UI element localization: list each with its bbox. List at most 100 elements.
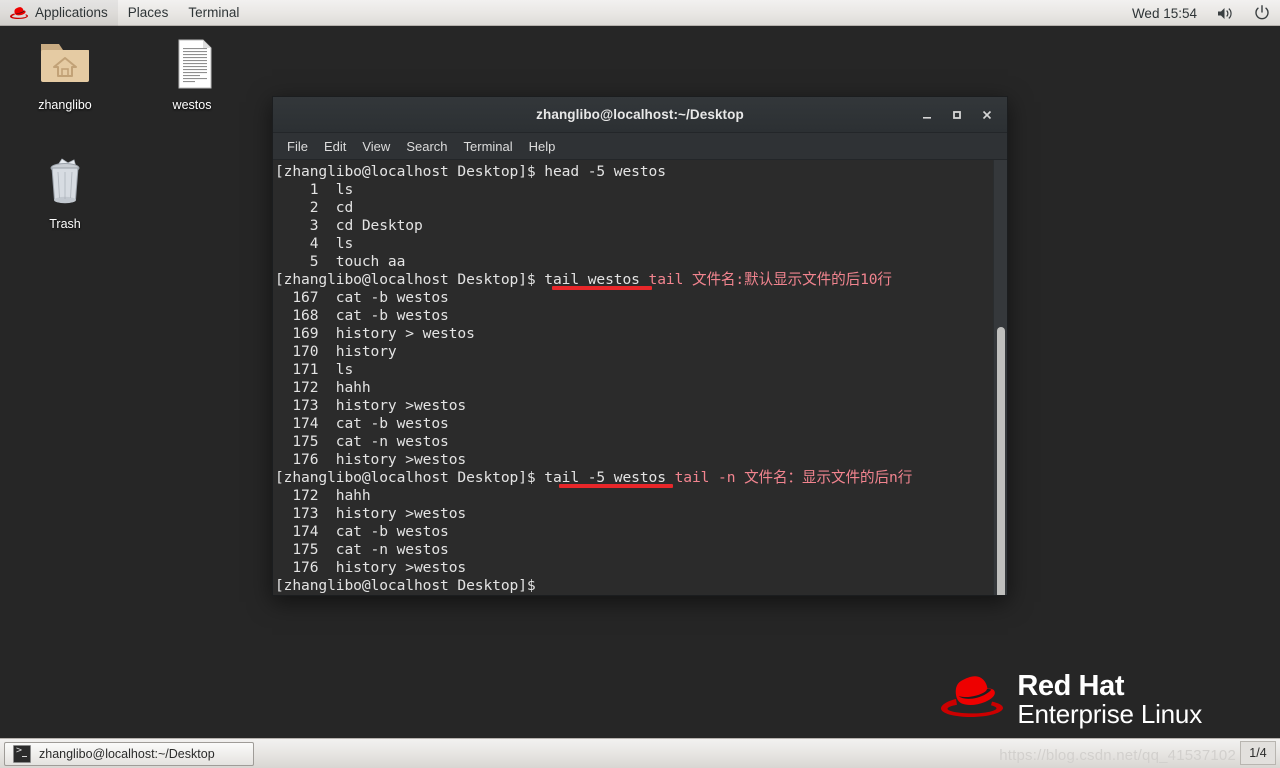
watermark-text: https://blog.csdn.net/qq_41537102 <box>999 747 1236 764</box>
power-icon[interactable] <box>1244 0 1280 26</box>
desktop-screen: Applications Places Terminal Wed 15:54 z… <box>0 0 1280 768</box>
menu-edit[interactable]: Edit <box>316 137 354 156</box>
window-controls <box>913 97 1001 132</box>
terminal-line: 175 cat -n westos <box>275 541 985 559</box>
taskbar: zhanglibo@localhost:~/Desktop https://bl… <box>0 738 1280 768</box>
terminal-line-text: 2 cd <box>275 199 354 216</box>
terminal-line: 172 hahh <box>275 379 985 397</box>
desktop-icon-westos[interactable]: westos <box>144 36 240 112</box>
brand-line2: Enterprise Linux <box>1017 699 1202 730</box>
terminal-text: [zhanglibo@localhost Desktop]$ head -5 w… <box>275 163 985 595</box>
terminal-line-text: 173 history >westos <box>275 505 467 522</box>
clock[interactable]: Wed 15:54 <box>1122 0 1207 26</box>
workspace-label: 1/4 <box>1249 746 1267 760</box>
scrollbar-thumb[interactable] <box>997 327 1005 595</box>
terminal-line: 169 history > westos <box>275 325 985 343</box>
desktop-icon-trash-label: Trash <box>49 217 81 231</box>
terminal-line-text: 168 cat -b westos <box>275 307 449 324</box>
terminal-line-text: 5 touch aa <box>275 253 406 270</box>
terminal-line: 2 cd <box>275 199 985 217</box>
desktop-icon-trash[interactable]: Trash <box>17 155 113 231</box>
applications-menu-label: Applications <box>35 5 108 20</box>
terminal-line: 174 cat -b westos <box>275 415 985 433</box>
terminal-line-text: 170 history <box>275 343 397 360</box>
terminal-line-text: 171 ls <box>275 361 354 378</box>
close-button[interactable] <box>973 102 1001 128</box>
terminal-line-text: 4 ls <box>275 235 354 252</box>
menu-view[interactable]: View <box>354 137 398 156</box>
desktop-icon-home[interactable]: zhanglibo <box>17 36 113 112</box>
terminal-line-text: [zhanglibo@localhost Desktop]$ <box>275 577 536 594</box>
brand-line1: Red Hat <box>1017 669 1125 702</box>
terminal-line-text: 172 hahh <box>275 487 371 504</box>
terminal-line: 175 cat -n westos <box>275 433 985 451</box>
menu-terminal[interactable]: Terminal <box>456 137 521 156</box>
maximize-button[interactable] <box>943 102 971 128</box>
terminal-menu-label: Terminal <box>188 5 240 20</box>
terminal-scrollbar[interactable] <box>993 160 1007 595</box>
terminal-line-text: 176 history >westos <box>275 559 467 576</box>
terminal-line-text: 167 cat -b westos <box>275 289 449 306</box>
terminal-line-text: 174 cat -b westos <box>275 415 449 432</box>
terminal-line: 4 ls <box>275 235 985 253</box>
terminal-window[interactable]: zhanglibo@localhost:~/Desktop File Edit … <box>272 96 1008 596</box>
terminal-line-text: 174 cat -b westos <box>275 523 449 540</box>
red-underline <box>552 286 652 290</box>
terminal-line-text: 173 history >westos <box>275 397 467 414</box>
terminal-output-area[interactable]: [zhanglibo@localhost Desktop]$ head -5 w… <box>273 160 1007 595</box>
redhat-logo-icon <box>10 6 29 20</box>
terminal-line-text: 3 cd Desktop <box>275 217 423 234</box>
top-panel: Applications Places Terminal Wed 15:54 <box>0 0 1280 26</box>
desktop-icon-westos-label: westos <box>172 98 212 112</box>
terminal-line-text: 175 cat -n westos <box>275 433 449 450</box>
terminal-line-text: 172 hahh <box>275 379 371 396</box>
taskbar-window-label: zhanglibo@localhost:~/Desktop <box>39 746 215 761</box>
terminal-icon <box>13 744 31 763</box>
menu-search[interactable]: Search <box>398 137 455 156</box>
window-title: zhanglibo@localhost:~/Desktop <box>536 107 744 122</box>
taskbar-window-button[interactable]: zhanglibo@localhost:~/Desktop <box>4 741 254 766</box>
minimize-button[interactable] <box>913 102 941 128</box>
terminal-line: 171 ls <box>275 361 985 379</box>
terminal-line: 168 cat -b westos <box>275 307 985 325</box>
home-folder-icon <box>35 36 95 92</box>
clock-label: Wed 15:54 <box>1131 5 1197 21</box>
rhel-wordmark: Red Hat Enterprise Linux <box>1017 669 1202 730</box>
terminal-line-text: 176 history >westos <box>275 451 467 468</box>
places-menu-label: Places <box>127 5 169 20</box>
desktop-icon-home-label: zhanglibo <box>38 98 92 112</box>
volume-icon[interactable] <box>1207 0 1244 26</box>
window-titlebar[interactable]: zhanglibo@localhost:~/Desktop <box>273 97 1007 133</box>
terminal-line: 167 cat -b westos <box>275 289 985 307</box>
applications-menu[interactable]: Applications <box>0 0 118 26</box>
terminal-line: 172 hahh <box>275 487 985 505</box>
terminal-line: [zhanglibo@localhost Desktop]$ <box>275 577 985 595</box>
terminal-menu[interactable]: Terminal <box>178 0 249 26</box>
terminal-line: 173 history >westos <box>275 397 985 415</box>
panel-status-area: Wed 15:54 <box>1122 0 1280 26</box>
terminal-line: 170 history <box>275 343 985 361</box>
terminal-line-text: 169 history > westos <box>275 325 475 342</box>
terminal-line-text: 1 ls <box>275 181 354 198</box>
terminal-line: 176 history >westos <box>275 559 985 577</box>
terminal-annotation: tail 文件名:默认显示文件的后10行 <box>648 271 893 288</box>
menu-help[interactable]: Help <box>521 137 564 156</box>
terminal-line: 1 ls <box>275 181 985 199</box>
terminal-line-text: 175 cat -n westos <box>275 541 449 558</box>
terminal-line: 3 cd Desktop <box>275 217 985 235</box>
terminal-line: 176 history >westos <box>275 451 985 469</box>
places-menu[interactable]: Places <box>118 0 179 26</box>
terminal-menubar: File Edit View Search Terminal Help <box>273 133 1007 160</box>
trash-icon <box>35 155 95 211</box>
terminal-line: 5 touch aa <box>275 253 985 271</box>
text-file-icon <box>162 36 222 92</box>
rhel-brand-logo: Red Hat Enterprise Linux <box>941 669 1202 730</box>
terminal-line-text: [zhanglibo@localhost Desktop]$ head -5 w… <box>275 163 666 180</box>
terminal-annotation: tail -n 文件名：显示文件的后n行 <box>674 469 913 486</box>
red-underline <box>559 484 673 488</box>
terminal-line: 174 cat -b westos <box>275 523 985 541</box>
redhat-hat-icon <box>941 675 1004 724</box>
menu-file[interactable]: File <box>279 137 316 156</box>
terminal-line: [zhanglibo@localhost Desktop]$ head -5 w… <box>275 163 985 181</box>
workspace-switcher[interactable]: 1/4 <box>1240 741 1276 765</box>
